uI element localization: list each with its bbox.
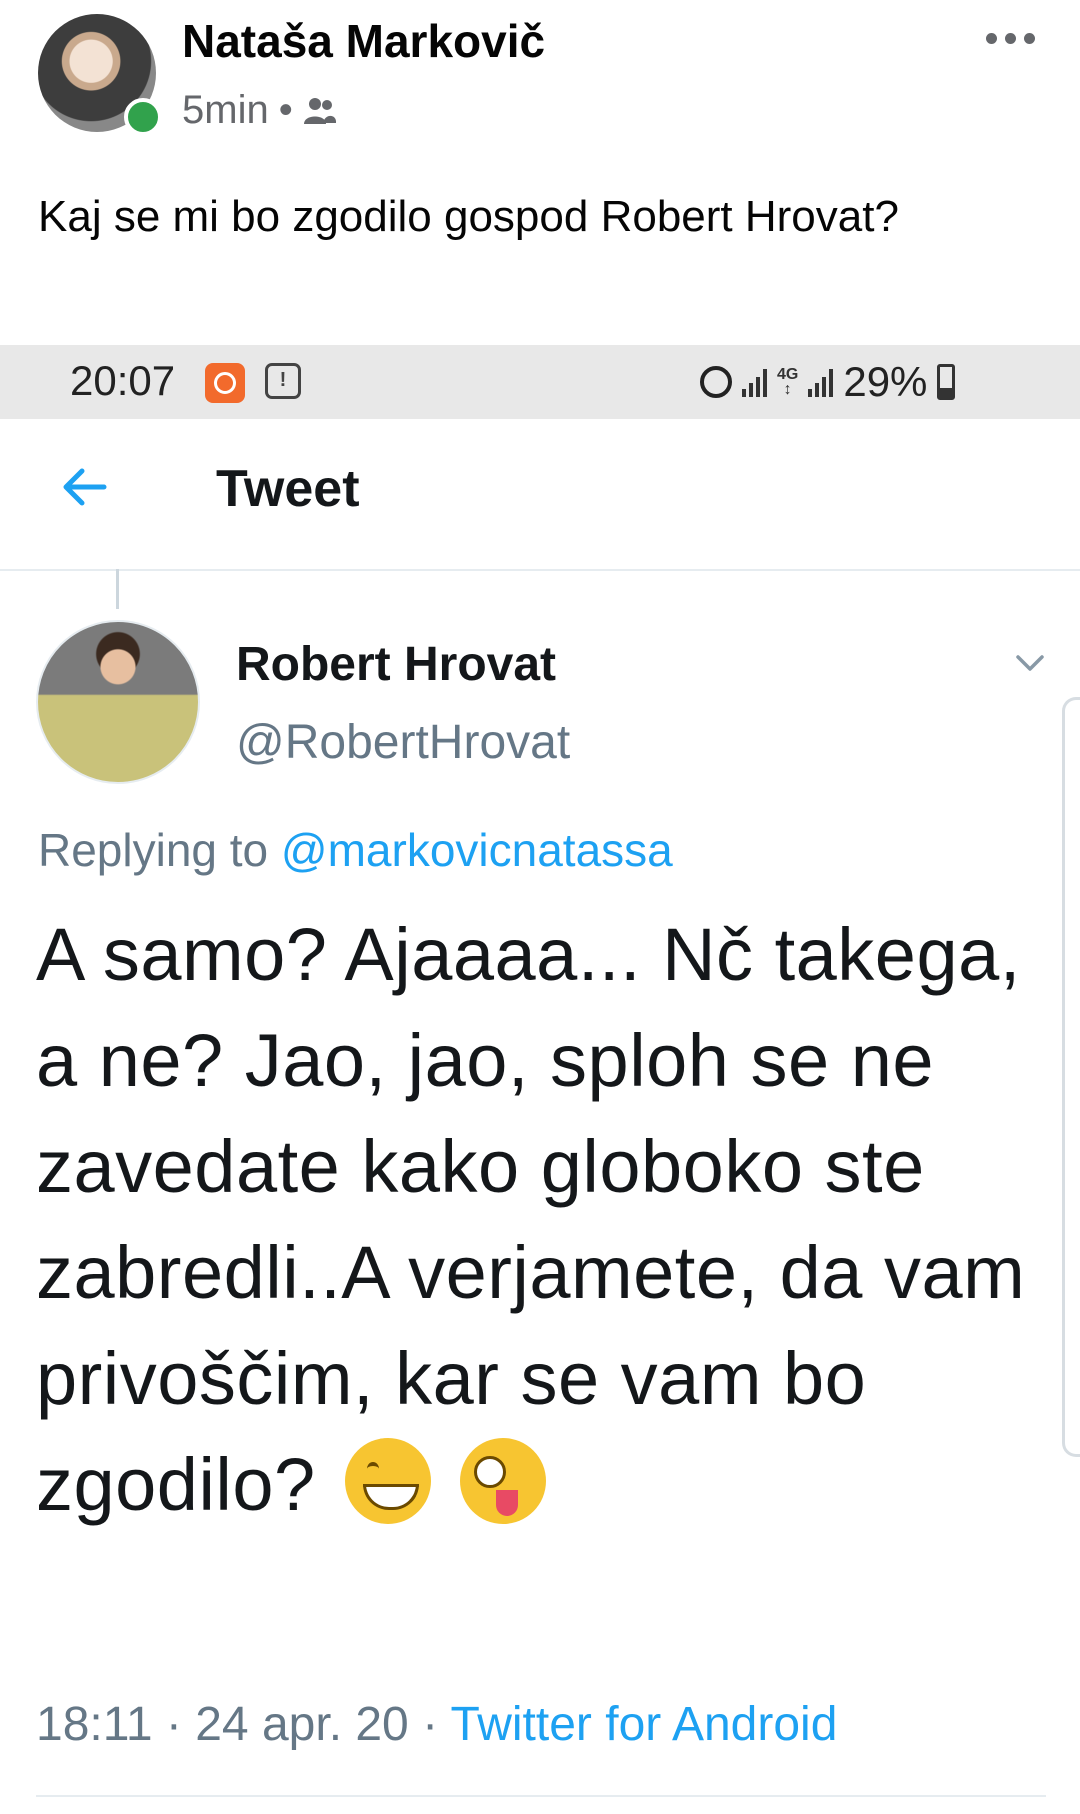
friends-icon[interactable]	[303, 96, 337, 126]
post-time[interactable]: 5min	[182, 88, 269, 133]
network-type: 4G	[777, 366, 799, 383]
replying-prefix: Replying to	[38, 824, 269, 876]
replying-mention-link[interactable]: @markovicnatassa	[281, 824, 673, 876]
tweet-time: 18:11	[36, 1698, 153, 1751]
meta-dot: ·	[165, 1698, 182, 1751]
arrow-left-icon[interactable]	[56, 459, 112, 515]
tweet-text: A samo? Ajaaaa... Nč takega, a ne? Jao, …	[36, 913, 1026, 1526]
tweet-client-link[interactable]: Twitter for Android	[451, 1698, 838, 1751]
tweet-top-bar: Tweet	[0, 419, 1080, 571]
online-status-dot	[124, 98, 162, 136]
signal-icon	[742, 367, 767, 397]
tweet-author-handle[interactable]: @RobertHrovat	[236, 715, 570, 770]
phone-status-bar: 20:07 ! 4G ↕ 29%	[0, 345, 1080, 419]
tweet-body: A samo? Ajaaaa... Nč takega, a ne? Jao, …	[36, 902, 1026, 1538]
thread-connector-line	[116, 569, 119, 609]
scroll-edge	[1062, 697, 1080, 1457]
message-notification-icon: !	[265, 363, 301, 399]
tweet-author-name[interactable]: Robert Hrovat	[236, 637, 556, 692]
tweet-page-title: Tweet	[216, 460, 360, 518]
facebook-post-header: Nataša Markovič 5min •	[0, 0, 1080, 160]
chevron-down-icon[interactable]	[1012, 645, 1048, 681]
signal-icon-2	[808, 367, 834, 397]
embedded-tweet-screenshot: 20:07 ! 4G ↕ 29% Tweet Robert Hrovat @Rob…	[0, 345, 1080, 1814]
poster-avatar[interactable]	[38, 14, 162, 136]
app-notification-icon	[205, 363, 245, 403]
bottom-divider	[36, 1795, 1046, 1797]
grinning-face-emoji	[344, 1438, 431, 1524]
tweet-date: 24 apr. 20	[195, 1698, 409, 1751]
tweet-meta: 18:11 · 24 apr. 20 · Twitter for Android	[36, 1697, 837, 1752]
post-text: Kaj se mi bo zgodilo gospod Robert Hrova…	[38, 192, 899, 241]
meta-separator: •	[278, 88, 293, 132]
status-time: 20:07	[70, 357, 176, 404]
network-type-icon: 4G ↕	[777, 366, 799, 398]
status-indicators: 4G ↕ 29%	[700, 357, 956, 407]
tweet-author-avatar[interactable]	[36, 620, 200, 784]
post-meta: 5min •	[182, 88, 337, 133]
battery-percent: 29%	[843, 358, 928, 405]
more-horizontal-icon[interactable]	[970, 18, 1050, 58]
alarm-icon	[700, 366, 732, 398]
zany-face-emoji	[459, 1438, 546, 1524]
battery-icon	[937, 364, 956, 400]
meta-dot-2: ·	[422, 1698, 439, 1751]
replying-to: Replying to @markovicnatassa	[38, 823, 673, 877]
poster-name[interactable]: Nataša Markovič	[182, 14, 545, 68]
